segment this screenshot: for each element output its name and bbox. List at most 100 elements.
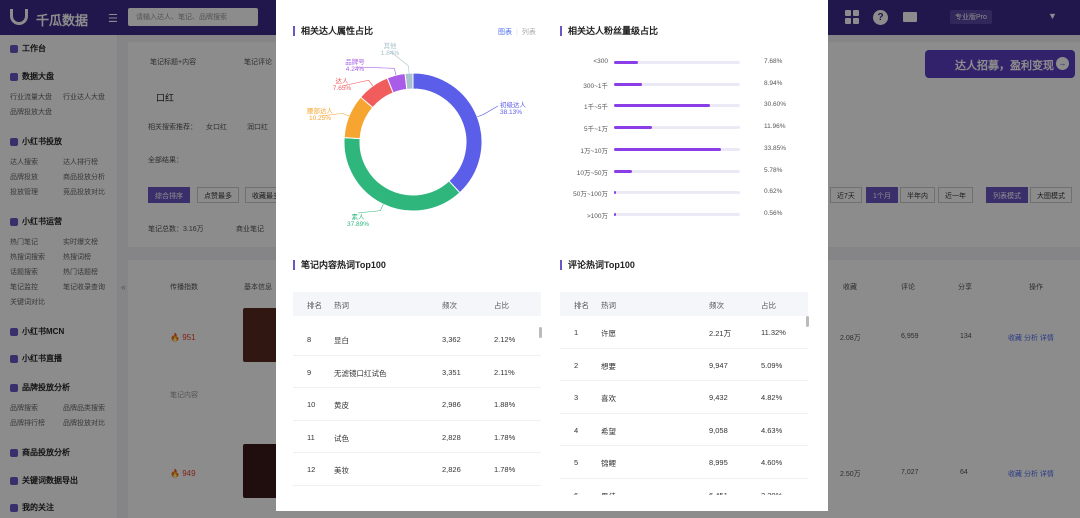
table-header-cell[interactable]: 频次 [709,300,724,311]
fan-bar-track [614,61,740,64]
table-header-cell[interactable]: 排名 [307,300,322,311]
fan-bar-value: 5.78% [764,166,783,174]
table-cell: 2 [574,360,579,370]
notes-table-scrollbar[interactable] [539,327,542,338]
fan-bar-value: 0.56% [764,209,783,217]
table-cell: 3,351 [442,367,461,377]
table-row[interactable]: 1 许愿 2.21万 11.32% [560,316,808,349]
table-cell: 11.32% [761,328,786,337]
fan-bar-row: 5千~1万 11.96% [560,121,820,135]
table-cell: 8,995 [709,458,728,467]
table-header-cell[interactable]: 占比 [494,300,509,311]
table-row[interactable]: 3 喜欢 9,432 4.82% [560,381,808,414]
fan-bar[interactable] [614,61,639,64]
fan-bar-row: 1千~5千 30.60% [560,99,820,113]
fan-bar-value: 33.85% [764,144,787,152]
table-cell: 美妆 [334,466,349,475]
fan-bar-track [614,104,740,108]
table-row[interactable]: 11 试色 2,828 1.78% [293,421,541,453]
fan-bar-label: >100万 [586,212,608,220]
fan-bar-row: 300~1千 8.94% [560,78,820,92]
donut-label: 素人 37.89% [346,214,370,228]
fan-bar-label: 10万~50万 [576,169,608,177]
table-row[interactable]: 4 希望 9,058 4.63% [560,414,808,446]
donut-label: 达人 7.65% [332,78,352,92]
table-cell: 2,828 [442,432,461,442]
notes-section-title: 笔记内容热词Top100 [293,260,386,270]
table-cell: 3,362 [442,335,461,344]
table-row[interactable]: 2 想要 9,947 5.09% [560,349,808,381]
table-row[interactable]: 10 黄皮 2,986 1.88% [293,388,541,421]
table-header: 排名 热词 频次 占比 [293,292,541,316]
table-cell: 1.78% [494,432,516,442]
notes-hotword-table: 排名 热词 频次 占比 8 显白 3,362 2.12% 9 无滤镜口红试色 3,351 2.11% 1… [293,292,541,511]
table-cell: 2,826 [442,465,461,474]
table-cell: 2.12% [494,335,516,344]
table-cell: 试色 [334,433,349,443]
fan-bar-label: <300 [593,58,608,65]
fan-bar[interactable] [614,169,633,173]
fan-bar-track [614,126,740,130]
table-cell: 2.11% [494,367,515,377]
table-cell: 8 [307,335,312,344]
fan-bar[interactable] [614,82,643,86]
fan-bar-value: 30.60% [764,101,787,109]
donut-slice[interactable] [412,72,483,194]
table-row[interactable]: 8 显白 3,362 2.12% [293,323,541,356]
table-cell: 10 [307,400,316,409]
table-cell: 无滤镜口红试色 [334,368,387,378]
comments-hotword-table: 排名 热词 频次 占比 1 许愿 2.21万 11.32% 2 想要 9,947 5.09% 3 喜欢 9,… [560,292,808,495]
table-cell: 黑佳 [601,491,616,496]
table-cell: 3.30% [761,490,783,496]
fan-bar-label: 1千~5千 [583,104,608,112]
table-cell: 9,947 [709,360,728,370]
table-cell: 希望 [601,426,616,436]
table-header: 排名 热词 频次 占比 [560,292,808,316]
table-header-cell[interactable]: 热词 [334,300,349,311]
fan-bar-row: 50万~100万 0.62% [560,186,820,200]
table-header-cell[interactable]: 占比 [761,300,776,311]
donut-leader-line [477,105,499,118]
comments-section-title: 评论热词Top100 [560,260,635,270]
fan-bar-track [614,191,740,195]
table-cell: 许愿 [601,329,616,338]
fan-bar-row: <300 7.68% [560,56,820,70]
table-row[interactable]: 12 美妆 2,826 1.78% [293,453,541,486]
fan-bar-value: 11.96% [764,123,786,131]
fan-bar[interactable] [614,104,711,108]
comments-table-scrollbar[interactable] [806,316,809,327]
table-cell: 11 [307,432,315,442]
fan-bar[interactable] [614,126,652,130]
fan-bar-row: 10万~50万 5.78% [560,165,820,179]
fan-bar[interactable] [614,191,616,195]
donut-label: 腰部达人 10.25% [307,108,333,122]
table-cell: 4.60% [761,458,783,467]
table-header-cell[interactable]: 排名 [574,300,589,311]
fan-bar-label: 50万~100万 [573,191,608,199]
fan-bar-label: 5千~1万 [583,126,608,134]
donut-slice[interactable] [404,72,414,90]
table-cell: 12 [307,465,316,474]
table-cell: 9,432 [709,393,728,402]
fan-bar-value: 8.94% [764,79,783,87]
table-cell: 1 [574,328,579,337]
table-cell: 4.82% [761,393,783,402]
table-row[interactable]: 6 黑佳 6,451 3.30% [560,479,808,496]
fan-bar-row: 1万~10万 33.85% [560,143,820,157]
table-row[interactable]: 5 锦鲤 8,995 4.60% [560,446,808,479]
donut-slice[interactable] [343,137,461,212]
fan-bar[interactable] [614,212,616,216]
table-cell: 5.09% [761,360,783,370]
fan-bar[interactable] [614,147,721,151]
table-header-cell[interactable]: 频次 [442,300,457,311]
table-cell: 2,986 [442,400,461,409]
table-header-cell[interactable]: 热词 [601,300,616,311]
table-cell: 9 [307,367,312,377]
table-cell: 1.88% [494,400,516,409]
table-cell: 1.78% [494,465,516,474]
table-cell: 6 [574,490,579,496]
table-row[interactable]: 9 无滤镜口红试色 3,351 2.11% [293,356,541,388]
table-cell: 喜欢 [601,394,616,403]
fans-section-title: 相关达人粉丝量级占比 [560,26,658,36]
fan-bar-track [614,212,740,216]
